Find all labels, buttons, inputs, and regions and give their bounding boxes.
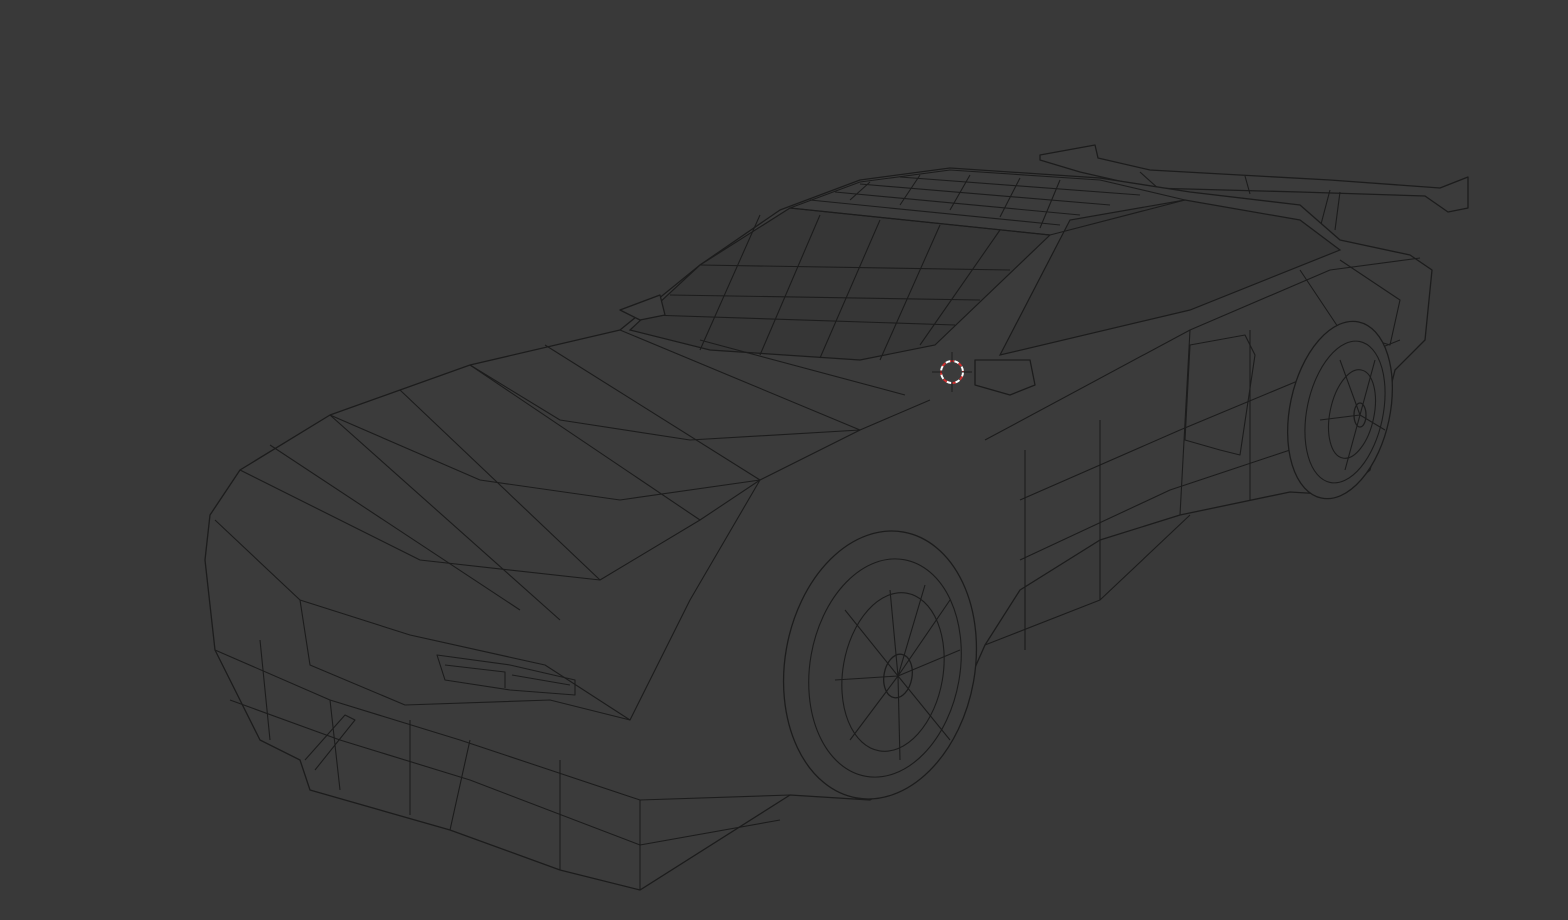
3d-viewport[interactable] bbox=[0, 0, 1568, 920]
wiper-fin bbox=[619, 294, 666, 321]
car-wireframe[interactable] bbox=[0, 0, 1568, 920]
